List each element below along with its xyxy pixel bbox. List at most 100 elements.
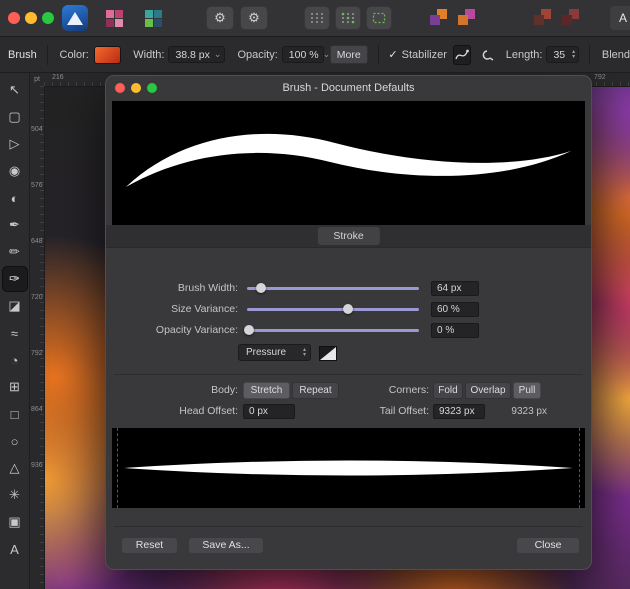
- pressure-profile-icon[interactable]: [319, 346, 337, 361]
- shape-tool[interactable]: △: [2, 455, 28, 481]
- pixel-grid-icon[interactable]: [106, 9, 123, 27]
- order-forward-icon[interactable]: [430, 9, 450, 27]
- rope-squiggle-icon: [455, 49, 469, 59]
- width-value: 38.8 px: [175, 48, 210, 61]
- corners-fold-button[interactable]: Fold: [433, 382, 463, 399]
- size-variance-value[interactable]: 60 %: [431, 301, 479, 317]
- save-as-button[interactable]: Save As...: [188, 537, 264, 554]
- pen-tool[interactable]: ✒: [2, 212, 28, 238]
- context-toolbar: Brush Color: Width: 38.8 px ⌄ Opacity: 1…: [0, 37, 630, 73]
- opacity-field[interactable]: 100 % ⌄: [281, 46, 330, 63]
- ruler-tick: 504: [31, 126, 43, 133]
- controller-dropdown[interactable]: Pressure ▴ ▾: [238, 344, 311, 361]
- dialog-tabbar: Stroke: [106, 225, 591, 248]
- reset-button[interactable]: Reset: [121, 537, 178, 554]
- pencil-tool[interactable]: ✏: [2, 239, 28, 265]
- stabilizer-checkbox[interactable]: ✓: [388, 48, 397, 61]
- corners-overlap-button[interactable]: Overlap: [465, 382, 511, 399]
- ruler-tick: 648: [31, 238, 43, 245]
- tail-offset-field[interactable]: 9323 px: [433, 404, 485, 419]
- brush-width-slider[interactable]: [247, 282, 419, 293]
- node-tool[interactable]: ▷: [2, 131, 28, 157]
- head-offset-field[interactable]: 0 px: [243, 404, 295, 419]
- ruler-tick: 936: [31, 462, 43, 469]
- rope-stabilizer-button[interactable]: [452, 44, 472, 65]
- dashed-rect-green-icon: [372, 12, 386, 24]
- vector-brush-tool[interactable]: ✑: [1, 266, 28, 292]
- snap-candidates-button[interactable]: [335, 6, 361, 30]
- flood-select-tool[interactable]: ✳: [2, 482, 28, 508]
- brush-defaults-dialog: Brush - Document Defaults Stroke Brush W…: [105, 75, 592, 570]
- window-minimize-button[interactable]: [25, 12, 37, 24]
- length-value: 35: [553, 48, 566, 61]
- brush-width-value[interactable]: 64 px: [431, 280, 479, 296]
- brush-body-preview: [112, 428, 585, 508]
- controller-value: Pressure: [246, 347, 287, 358]
- chevron-down-icon[interactable]: ⌄: [319, 49, 331, 60]
- slider-thumb[interactable]: [343, 303, 354, 314]
- slider-thumb[interactable]: [255, 282, 266, 293]
- ruler-tick: 792: [31, 350, 43, 357]
- chevron-down-icon[interactable]: ⌄: [210, 49, 222, 60]
- width-label: Width:: [133, 48, 165, 61]
- head-offset-label: Head Offset:: [179, 405, 238, 417]
- body-stretch-button[interactable]: Stretch: [243, 382, 290, 399]
- rectangle-tool[interactable]: □: [2, 401, 28, 427]
- ellipse-tool[interactable]: ○: [2, 428, 28, 454]
- top-toolbar: ⚙ ⚙ A: [0, 0, 630, 37]
- opacity-value: 100 %: [288, 48, 319, 61]
- dialog-minimize-button[interactable]: [131, 83, 141, 93]
- brush-color-swatch[interactable]: [93, 45, 122, 64]
- order-backward-icon[interactable]: [458, 9, 478, 27]
- ruler-unit-label[interactable]: pt: [30, 73, 45, 87]
- snap-grid-button[interactable]: [304, 6, 330, 30]
- window-zoom-button[interactable]: [42, 12, 54, 24]
- preferences-gear-button[interactable]: ⚙: [206, 6, 234, 30]
- divider: [589, 44, 590, 65]
- length-label: Length:: [505, 48, 543, 61]
- opacity-variance-slider[interactable]: [243, 324, 419, 335]
- opacity-label: Opacity:: [237, 48, 278, 61]
- place-image-tool[interactable]: ▣: [2, 509, 28, 535]
- affinity-designer-logo-icon: [62, 5, 88, 31]
- blur-tool[interactable]: ◔: [2, 347, 28, 373]
- dialog-close-button[interactable]: [115, 83, 125, 93]
- dialog-zoom-button[interactable]: [147, 83, 157, 93]
- stepper-icon[interactable]: ▴ ▾: [568, 49, 575, 60]
- tab-stroke[interactable]: Stroke: [317, 227, 380, 245]
- slider-thumb[interactable]: [243, 324, 254, 335]
- window-stabilizer-button[interactable]: [477, 46, 493, 64]
- artboard-tool[interactable]: ▢: [2, 104, 28, 130]
- insert-target-icon-2[interactable]: [562, 9, 582, 27]
- smudge-tool[interactable]: ≈: [2, 320, 28, 346]
- snap-bounds-button[interactable]: [366, 6, 392, 30]
- layer-grid-icon[interactable]: [145, 9, 162, 27]
- brush-swoosh-shape: [125, 133, 572, 187]
- brush-width-row: Brush Width: 64 px: [106, 280, 591, 296]
- corners-pull-button[interactable]: Pull: [513, 382, 541, 399]
- opacity-variance-value[interactable]: 0 %: [431, 322, 479, 338]
- length-field[interactable]: 35 ▴ ▾: [546, 46, 580, 63]
- settings-gear-button[interactable]: ⚙: [240, 6, 268, 30]
- window-controls: [0, 12, 54, 24]
- crop-tool[interactable]: ⊞: [2, 374, 28, 400]
- insert-target-icon-1[interactable]: [534, 9, 554, 27]
- text-tool[interactable]: A: [2, 536, 28, 562]
- transparency-tool[interactable]: ◐: [2, 185, 28, 211]
- head-offset-marker[interactable]: [117, 428, 118, 508]
- window-close-button[interactable]: [8, 12, 20, 24]
- fill-tool[interactable]: ◉: [2, 158, 28, 184]
- tail-offset-marker[interactable]: [579, 428, 580, 508]
- close-button[interactable]: Close: [516, 537, 580, 554]
- cutoff-toolbar-item[interactable]: A: [610, 6, 630, 30]
- dialog-title: Brush - Document Defaults: [282, 82, 415, 94]
- more-button[interactable]: More: [329, 45, 368, 64]
- size-variance-row: Size Variance: 60 %: [106, 301, 591, 317]
- eraser-tool[interactable]: ◪: [2, 293, 28, 319]
- dialog-titlebar[interactable]: Brush - Document Defaults: [106, 76, 591, 100]
- dot-grid-icon: [311, 13, 323, 23]
- size-variance-slider[interactable]: [247, 303, 419, 314]
- stabilizer-label: Stabilizer: [401, 48, 447, 61]
- move-tool[interactable]: ↖: [2, 77, 28, 103]
- width-field[interactable]: 38.8 px ⌄: [168, 46, 226, 63]
